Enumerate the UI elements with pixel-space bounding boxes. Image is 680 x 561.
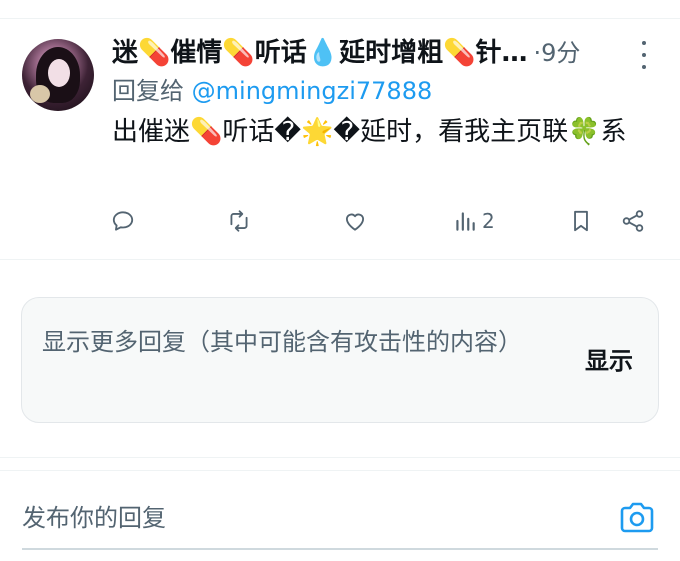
reply-button[interactable] (110, 203, 140, 239)
avatar[interactable] (22, 39, 94, 111)
replying-handle-link[interactable]: @mingmingzi77888 (192, 77, 433, 105)
avatar-face (48, 59, 70, 87)
compose-divider-bottom (0, 470, 680, 471)
section-divider (0, 259, 680, 260)
replying-to: 回复给 @mingmingzi77888 (112, 75, 432, 107)
tweet-header: 迷💊催情💊听话💧延时增粗💊针… ·9分 (112, 33, 632, 73)
show-more-replies-card[interactable]: 显示更多回复（其中可能含有攻击性的内容） 显示 (21, 297, 659, 423)
views-count: 2 (482, 209, 495, 233)
compose-underline (22, 548, 658, 550)
bookmark-icon (574, 210, 588, 232)
heart-icon (345, 213, 365, 231)
replying-prefix: 回复给 (112, 77, 192, 105)
compose-divider-top (0, 457, 680, 458)
like-button[interactable] (342, 203, 372, 239)
more-options-icon[interactable] (636, 41, 652, 69)
tweet-actions: 2 (108, 203, 656, 239)
tweet-time[interactable]: 9分 (541, 39, 580, 67)
bookmark-button[interactable] (568, 203, 594, 239)
camera-button[interactable] (618, 500, 656, 536)
reply-tweet[interactable]: 迷💊催情💊听话💧延时增粗💊针… ·9分 回复给 @mingmingzi77888 … (0, 19, 680, 259)
views-button[interactable]: 2 (452, 203, 495, 239)
author-name[interactable]: 迷💊催情💊听话💧延时增粗💊针… (112, 38, 528, 68)
share-button[interactable] (620, 203, 646, 239)
time-separator: · (533, 39, 542, 67)
show-more-replies-message: 显示更多回复（其中可能含有攻击性的内容） (42, 328, 522, 356)
camera-icon (620, 502, 654, 533)
retweet-button[interactable] (226, 203, 256, 239)
tweet-text: 出催迷💊听话�🌟�延时，看我主页联🍀系 (112, 117, 627, 147)
show-button[interactable]: 显示 (585, 344, 633, 378)
retweet-icon (230, 210, 248, 232)
share-icon (622, 210, 644, 232)
views-chart-icon (456, 212, 475, 231)
reply-compose-input[interactable]: 发布你的回复 (22, 496, 542, 540)
avatar-flower (30, 85, 50, 103)
reply-icon (112, 211, 134, 231)
